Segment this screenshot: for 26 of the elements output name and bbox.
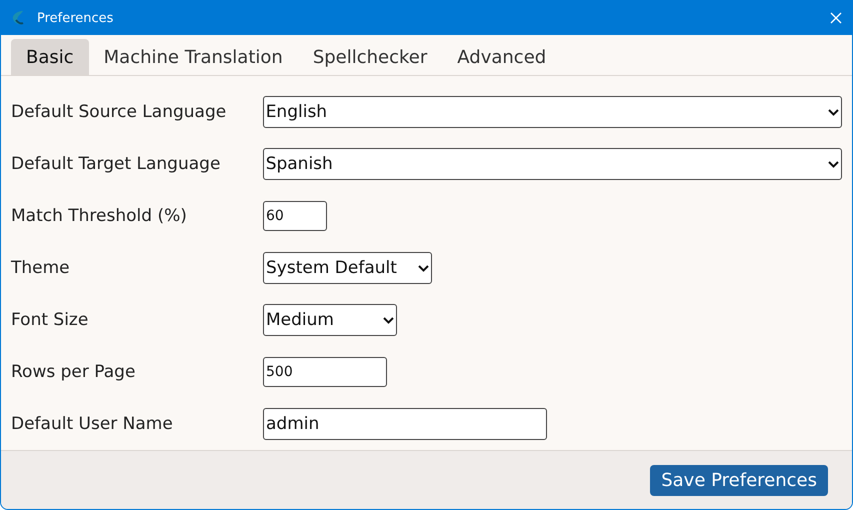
- chevron-icon: [828, 108, 839, 116]
- save-button[interactable]: Save Preferences: [650, 464, 828, 496]
- dropdown[interactable]: System Default: [263, 252, 432, 284]
- input-field[interactable]: 60: [263, 201, 327, 232]
- chevron-icon: [383, 316, 394, 324]
- field-label: Default Source Language: [11, 102, 228, 122]
- field-label: Default User Name: [11, 414, 174, 434]
- field-label: Match Threshold (%): [11, 206, 188, 226]
- field-label: Rows per Page: [11, 362, 136, 382]
- dropdown[interactable]: English: [262, 96, 842, 128]
- chevron-icon: [828, 160, 839, 168]
- tab[interactable]: Machine Translation: [88, 39, 298, 76]
- field-label: Default Target Language: [11, 154, 222, 174]
- tab[interactable]: Advanced: [442, 39, 562, 76]
- window-title: Preferences: [37, 10, 114, 26]
- tab[interactable]: Basic: [11, 39, 89, 76]
- dropdown[interactable]: Spanish: [262, 148, 842, 180]
- field-label: Font Size: [11, 310, 90, 330]
- close-icon[interactable]: [830, 12, 842, 24]
- tab[interactable]: Spellchecker: [298, 39, 442, 76]
- input-field[interactable]: admin: [263, 408, 547, 440]
- app-logo-icon: [11, 10, 25, 26]
- input-field[interactable]: 500: [263, 357, 387, 388]
- field-label: Theme: [11, 258, 71, 278]
- dropdown[interactable]: Medium: [263, 304, 397, 336]
- chevron-icon: [418, 264, 429, 272]
